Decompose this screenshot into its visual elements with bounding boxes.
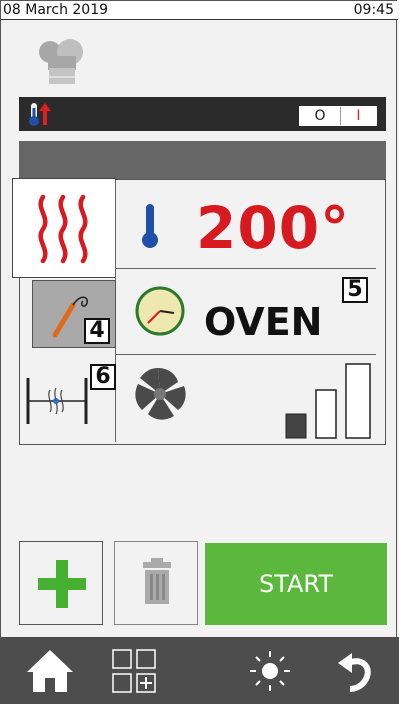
start-button[interactable]: START: [205, 543, 387, 625]
divider: [116, 354, 376, 355]
power-toggle[interactable]: O I: [299, 106, 377, 126]
damper-icon[interactable]: [22, 376, 92, 426]
bottom-nav: [0, 637, 399, 704]
toggle-off-label: O: [300, 107, 341, 125]
home-button[interactable]: [18, 637, 82, 704]
chef-hat-icon[interactable]: [36, 36, 88, 88]
trash-icon: [143, 558, 171, 604]
fan-speed-bars-icon[interactable]: [284, 362, 374, 440]
light-button[interactable]: [238, 637, 302, 704]
light-icon: [250, 650, 290, 691]
heat-waves-icon: [38, 194, 88, 264]
programs-grid-button[interactable]: [102, 637, 166, 704]
temperature-value: 200°: [196, 194, 351, 262]
clock-icon[interactable]: [134, 285, 186, 337]
home-icon: [27, 649, 73, 692]
fan-speed-bar: [315, 389, 337, 439]
delete-step-button[interactable]: [114, 541, 198, 625]
thermometer-icon: [142, 204, 158, 248]
status-date: 08 March 2019: [3, 2, 109, 18]
status-time: 09:45: [353, 2, 394, 18]
program-name-band: [19, 141, 386, 179]
back-icon: [338, 652, 371, 692]
plus-icon: [38, 560, 86, 608]
temperature-row[interactable]: 200°: [116, 180, 384, 268]
probe-number-badge: 4: [84, 318, 110, 344]
cooking-mode-label[interactable]: OVEN: [204, 300, 322, 344]
toggle-on-label: I: [356, 108, 361, 124]
mode-bar: O I: [19, 97, 386, 131]
grid-add-icon: [112, 648, 156, 693]
fan-speed-bar: [285, 413, 307, 439]
mode-number-badge: 5: [342, 277, 368, 303]
divider: [116, 268, 376, 269]
status-bar: 08 March 2019 09:45: [1, 1, 398, 20]
thermometer-up-icon[interactable]: [27, 101, 53, 127]
add-step-button[interactable]: [19, 541, 103, 625]
fan-icon[interactable]: [130, 364, 190, 424]
fan-speed-bar: [345, 363, 371, 439]
back-button[interactable]: [324, 637, 388, 704]
damper-number-badge: 6: [90, 364, 116, 390]
heating-mode-button[interactable]: [12, 178, 116, 278]
